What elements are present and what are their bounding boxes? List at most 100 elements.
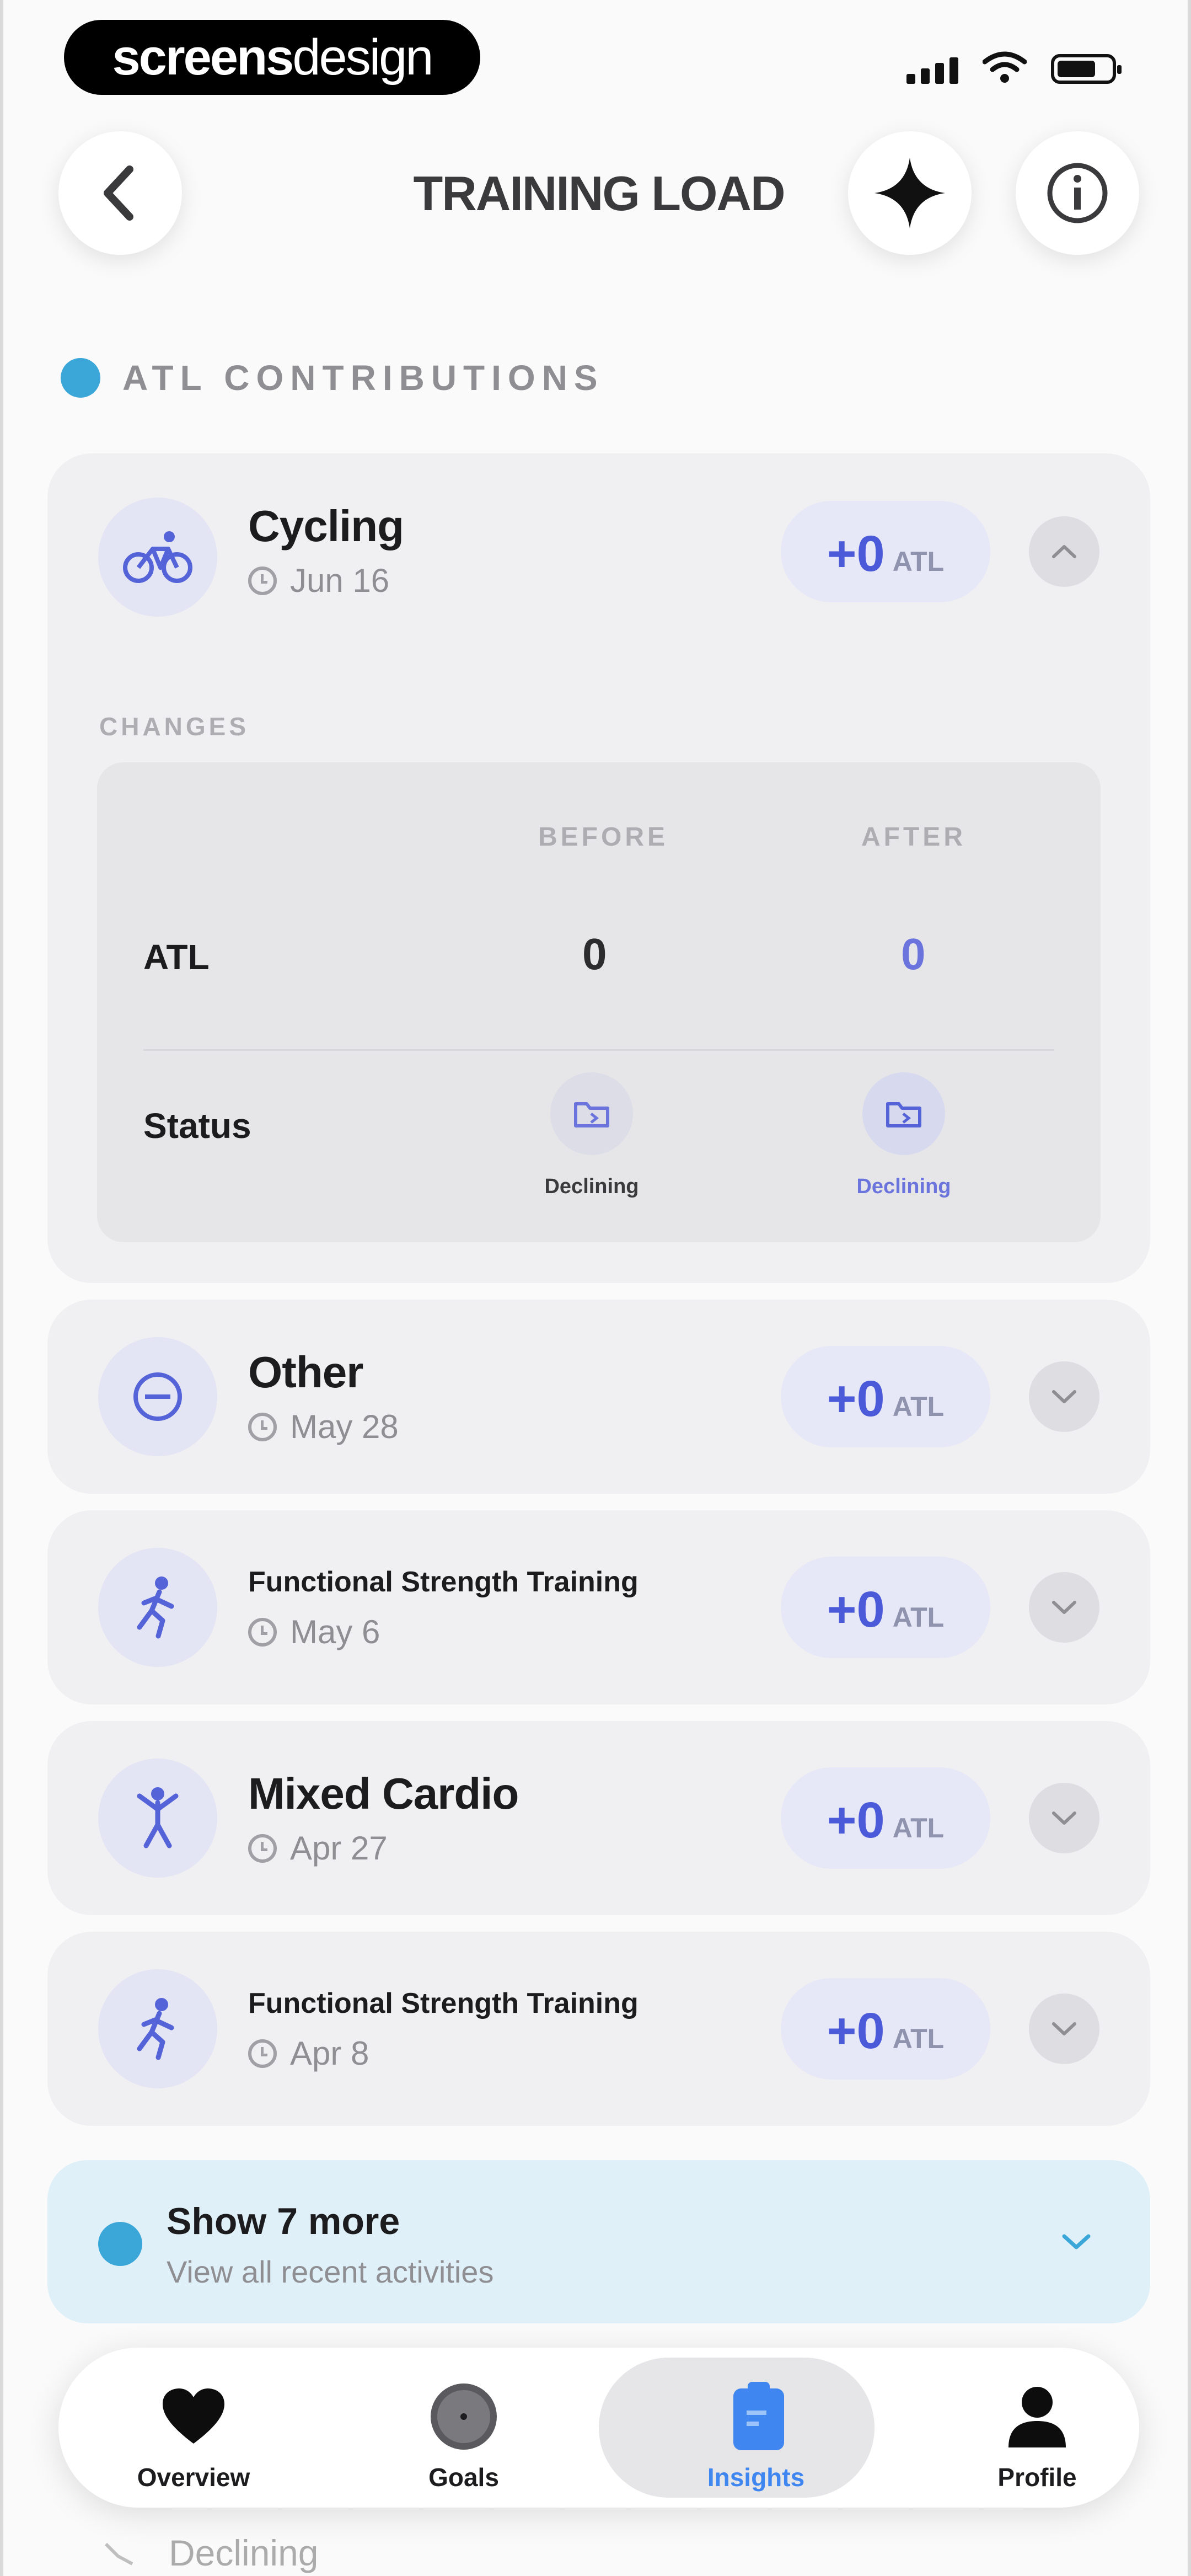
tab-label: Profile — [997, 2463, 1077, 2492]
target-icon — [428, 2381, 500, 2452]
chevron-down-icon — [1052, 1811, 1076, 1825]
activity-date: May 6 — [248, 1613, 380, 1651]
section-header: ATL CONTRIBUTIONS — [61, 357, 604, 398]
chevron-down-icon — [1052, 1601, 1076, 1614]
row-divider — [143, 1049, 1054, 1051]
strength-training-icon — [137, 1576, 174, 1639]
status-after-chip — [862, 1072, 945, 1155]
mixed-cardio-icon — [137, 1787, 179, 1848]
activity-date-text: Apr 27 — [290, 1830, 388, 1867]
atl-badge: +0 ATL — [781, 1346, 990, 1447]
underlying-status: Declining — [169, 2532, 319, 2573]
chevron-down-icon — [1052, 2022, 1076, 2035]
section-title: ATL CONTRIBUTIONS — [122, 358, 604, 398]
activity-card-other[interactable]: Other May 28 +0 ATL — [47, 1300, 1150, 1494]
wifi-icon — [983, 51, 1027, 83]
heart-icon — [158, 2381, 229, 2452]
activity-date: Apr 27 — [248, 1829, 388, 1867]
atl-after-value: 0 — [901, 929, 926, 979]
activity-date: Apr 8 — [248, 2034, 369, 2072]
show-more-button[interactable]: Show 7 more View all recent activities — [47, 2160, 1150, 2323]
battery-icon — [1051, 54, 1122, 84]
clock-icon — [248, 1834, 277, 1863]
atl-unit: ATL — [892, 1391, 945, 1422]
activity-title: Other — [248, 1348, 363, 1397]
tab-label: Insights — [707, 2463, 805, 2492]
activity-icon — [98, 1969, 217, 2088]
brand-bold: screens — [112, 29, 294, 85]
person-icon — [1001, 2381, 1073, 2452]
tab-label: Overview — [137, 2463, 250, 2492]
activity-card-strength-1[interactable]: Functional Strength Training May 6 +0 AT… — [47, 1510, 1150, 1704]
activity-title: Mixed Cardio — [248, 1769, 519, 1818]
atl-unit: ATL — [892, 2023, 945, 2054]
cellular-signal-icon — [906, 57, 958, 84]
tab-overview[interactable]: Overview — [58, 2348, 329, 2508]
tab-insights[interactable]: Insights — [588, 2348, 875, 2508]
ai-assistant-button[interactable] — [848, 131, 972, 255]
page-title: TRAINING LOAD — [413, 166, 785, 221]
brand-light: design — [292, 29, 433, 85]
atl-unit: ATL — [892, 1602, 945, 1633]
activity-title: Functional Strength Training — [248, 1566, 639, 1598]
collapse-button[interactable] — [1029, 516, 1099, 587]
expand-button[interactable] — [1029, 1361, 1099, 1432]
expand-button[interactable] — [1029, 1783, 1099, 1853]
atl-value: +0 — [827, 2003, 885, 2059]
status-icons — [906, 51, 1122, 84]
show-more-title: Show 7 more — [167, 2200, 400, 2242]
atl-unit: ATL — [892, 1813, 945, 1843]
declining-status-icon — [574, 1102, 609, 1127]
activity-card-cycling[interactable]: Cycling Jun 16 +0 ATL CHANGES BEFORE AFT… — [47, 453, 1150, 1283]
clock-icon — [248, 1617, 277, 1647]
activity-card-mixed-cardio[interactable]: Mixed Cardio Apr 27 +0 ATL — [47, 1721, 1150, 1915]
clock-icon — [248, 566, 277, 595]
tab-label: Goals — [428, 2463, 499, 2492]
atl-before-value: 0 — [582, 929, 607, 979]
tab-goals[interactable]: Goals — [329, 2348, 599, 2508]
chevron-down-icon — [1062, 2234, 1091, 2249]
show-more-subtitle: View all recent activities — [167, 2254, 494, 2289]
atl-badge: +0 ATL — [781, 1557, 990, 1658]
info-icon — [1047, 163, 1108, 223]
clock-icon — [248, 2039, 277, 2068]
declining-status-icon — [886, 1102, 921, 1127]
plus-circle-icon — [98, 2222, 142, 2266]
chevron-down-icon — [1052, 1390, 1076, 1403]
atl-unit: ATL — [892, 546, 945, 577]
activity-card-strength-2[interactable]: Functional Strength Training Apr 8 +0 AT… — [47, 1932, 1150, 2126]
brand-badge: screens design — [64, 20, 480, 95]
expand-button[interactable] — [1029, 1994, 1099, 2064]
activity-icon — [98, 1337, 217, 1456]
atl-badge: +0 ATL — [781, 1767, 990, 1869]
activity-title: Functional Strength Training — [248, 1987, 639, 2019]
clock-icon — [248, 1412, 277, 1441]
column-after: AFTER — [861, 822, 966, 852]
tab-profile[interactable]: Profile — [902, 2348, 1172, 2508]
chevron-left-icon — [104, 165, 133, 221]
activity-date-text: Jun 16 — [290, 562, 390, 599]
atl-value: +0 — [827, 1581, 885, 1638]
activity-date-text: Apr 8 — [290, 2035, 369, 2072]
atl-badge: +0 ATL — [781, 501, 990, 602]
atl-value: +0 — [827, 1792, 885, 1848]
other-activity-icon — [133, 1372, 182, 1421]
status-row-label: Status — [143, 1106, 251, 1146]
chevron-up-icon — [1052, 545, 1076, 558]
activity-icon — [98, 1548, 217, 1667]
info-button[interactable] — [1016, 131, 1139, 255]
status-before-chip — [550, 1072, 633, 1155]
atl-badge: +0 ATL — [781, 1978, 990, 2080]
activity-date-text: May 6 — [290, 1613, 380, 1650]
activity-date-text: May 28 — [290, 1408, 399, 1445]
back-button[interactable] — [58, 131, 182, 255]
sparkle-icon — [875, 158, 945, 228]
atl-value: +0 — [827, 526, 885, 582]
activity-icon — [98, 1759, 217, 1878]
bicycle-icon — [123, 531, 192, 583]
activity-date: Jun 16 — [248, 562, 389, 600]
section-dot-icon — [61, 358, 100, 398]
underlying-content: Declining — [103, 2532, 318, 2574]
expand-button[interactable] — [1029, 1572, 1099, 1643]
activity-icon — [98, 498, 217, 617]
